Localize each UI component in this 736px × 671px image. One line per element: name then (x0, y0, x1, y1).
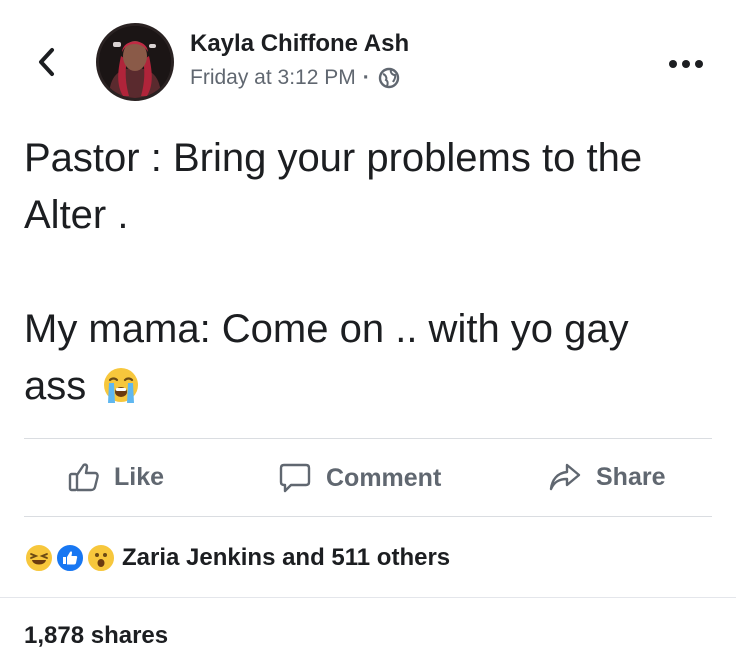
reactions-text: Zaria Jenkins and 511 others (122, 544, 451, 571)
comment-bubble-icon (279, 463, 311, 493)
post-header: Kayla Chiffone Ash Friday at 3:12 PM · (0, 0, 736, 120)
share-label: Share (596, 462, 666, 491)
author-name[interactable]: Kayla Chiffone Ash (190, 30, 409, 58)
back-button[interactable] (26, 40, 66, 84)
post-text-last-line: ass (24, 358, 714, 415)
like-label: Like (114, 462, 165, 491)
reaction-icons (24, 541, 120, 575)
post-meta: Friday at 3:12 PM · (190, 66, 400, 90)
laughing-face-emoji (24, 543, 54, 573)
loudly-crying-face-emoji (104, 368, 139, 403)
comment-button[interactable]: Comment (278, 462, 441, 494)
post-text-line: Pastor : Bring your problems to the (24, 136, 643, 180)
comment-label: Comment (326, 463, 442, 492)
action-bar: Like Comment Share (24, 440, 712, 516)
more-options-button[interactable] (662, 52, 710, 76)
share-arrow-icon (549, 463, 581, 491)
divider (0, 597, 736, 598)
chevron-left-icon (39, 48, 54, 76)
share-button[interactable]: Share (548, 462, 665, 492)
post-text-line: Alter . (24, 193, 129, 237)
globe-icon (378, 67, 399, 89)
more-dots-icon (669, 60, 703, 68)
post-text-fragment: ass (24, 364, 87, 408)
reactions-summary[interactable]: Zaria Jenkins and 511 others (24, 536, 450, 580)
post-body: Pastor : Bring your problems to the Alte… (24, 130, 714, 415)
meta-separator: · (362, 66, 370, 89)
like-thumb-icon (55, 543, 85, 573)
shares-count[interactable]: 1,878 shares (24, 622, 168, 650)
like-button[interactable]: Like (68, 462, 164, 492)
surprised-face-emoji (86, 543, 116, 573)
profile-photo (99, 26, 171, 98)
divider (24, 438, 712, 439)
thumbs-up-icon (68, 463, 99, 492)
post-text-line: My mama: Come on .. with yo gay (24, 307, 629, 351)
avatar[interactable] (96, 23, 174, 101)
post-timestamp[interactable]: Friday at 3:12 PM (190, 66, 356, 90)
divider (24, 516, 712, 517)
